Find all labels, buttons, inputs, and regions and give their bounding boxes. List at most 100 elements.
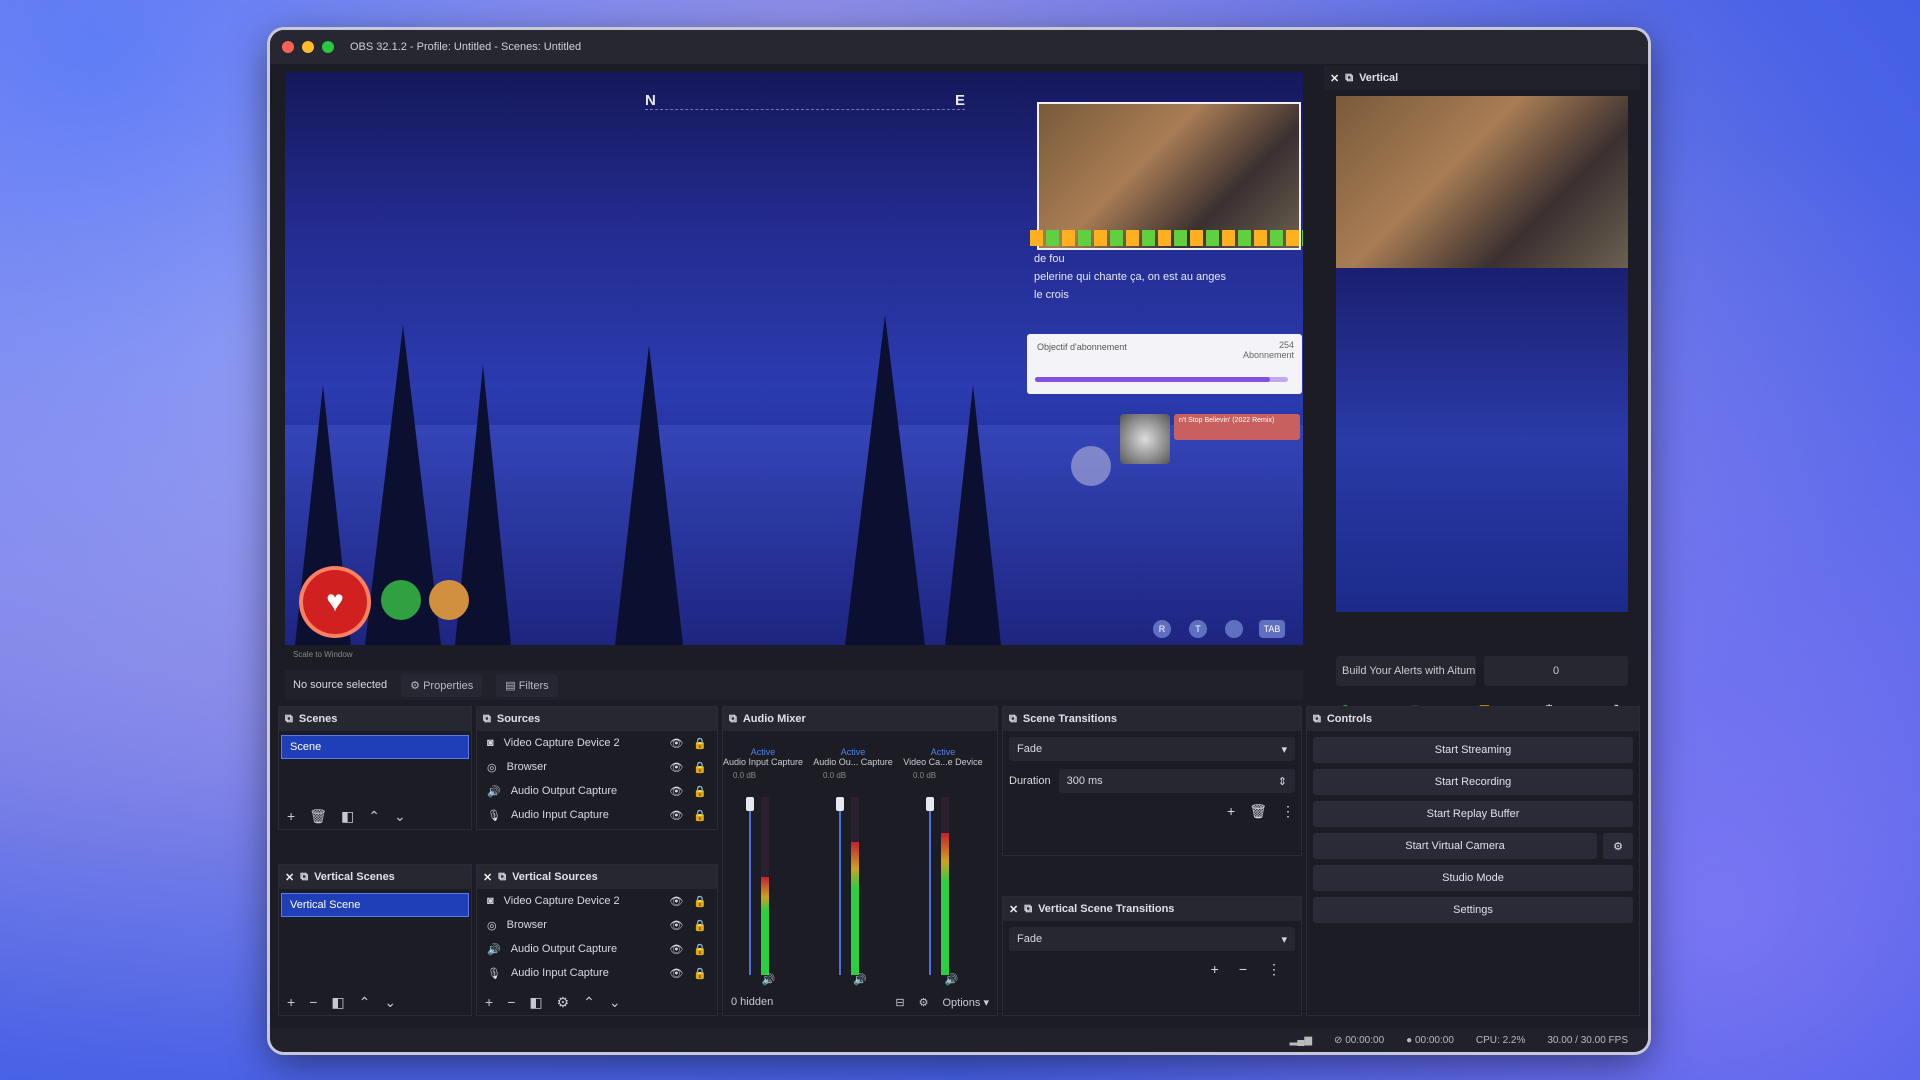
eye-icon[interactable]: 👁 — [669, 761, 683, 774]
properties-button[interactable]: ⚙ Properties — [401, 673, 483, 697]
filter-icon[interactable]: ◧ — [529, 994, 542, 1011]
filter-icon[interactable]: ◧ — [341, 808, 354, 825]
start-recording-button[interactable]: Start Recording — [1313, 769, 1633, 795]
close-icon[interactable]: ✕ — [1009, 903, 1018, 916]
transition-select[interactable]: Fade ▾ — [1009, 737, 1295, 761]
add-icon[interactable]: + — [1211, 961, 1219, 978]
eye-icon[interactable]: 👁 — [669, 785, 683, 798]
close-icon[interactable]: ✕ — [1330, 72, 1339, 85]
source-item[interactable]: 🔊 Audio Output Capture 👁 🔒 — [477, 779, 717, 803]
vertical-source-item[interactable]: ◙ Video Capture Device 2 👁 🔒 — [477, 889, 717, 913]
chevron-down-icon: ▾ — [1281, 933, 1287, 946]
key-hint-t: T — [1189, 620, 1207, 638]
settings-button[interactable]: Settings — [1313, 897, 1633, 923]
speaker-icon[interactable]: 🔊 — [762, 973, 776, 986]
track-title: n't Stop Believin' (2022 Remix) — [1174, 414, 1300, 440]
studio-mode-button[interactable]: Studio Mode — [1313, 865, 1633, 891]
move-down-icon[interactable]: ⌄ — [394, 808, 406, 825]
lock-icon[interactable]: 🔒 — [693, 761, 707, 774]
vertical-transition-select[interactable]: Fade ▾ — [1009, 927, 1295, 951]
trash-icon[interactable]: 🗑 — [309, 808, 327, 825]
gear-icon[interactable]: ⚙ — [557, 994, 570, 1011]
remove-icon[interactable]: − — [309, 994, 317, 1010]
chat-overlay: de fou pelerine qui chante ça, on est au… — [1030, 230, 1303, 306]
add-icon[interactable]: + — [485, 994, 493, 1010]
start-virtual-camera-button[interactable]: Start Virtual Camera — [1313, 833, 1597, 859]
trash-icon[interactable]: 🗑 — [1249, 803, 1267, 820]
volume-fader[interactable] — [746, 797, 754, 975]
lock-icon[interactable]: 🔒 — [693, 737, 707, 750]
dock-icon: ⧉ — [729, 712, 737, 725]
eye-icon[interactable]: 👁 — [669, 967, 683, 980]
add-icon[interactable]: + — [287, 808, 295, 824]
start-replay-buffer-button[interactable]: Start Replay Buffer — [1313, 801, 1633, 827]
vertical-source-item[interactable]: ◎ Browser 👁 🔒 — [477, 913, 717, 937]
move-down-icon[interactable]: ⌄ — [609, 994, 621, 1011]
build-alerts-button[interactable]: Build Your Alerts with Aitum — [1336, 656, 1476, 686]
heart-icon: ♥ — [303, 570, 367, 634]
fader-handle[interactable] — [836, 797, 844, 811]
eye-icon[interactable]: 👁 — [669, 809, 683, 822]
lock-icon[interactable]: 🔒 — [693, 895, 707, 908]
maximize-window-button[interactable] — [322, 41, 334, 53]
more-icon[interactable]: ⋮ — [1281, 803, 1295, 820]
move-up-icon[interactable]: ⌃ — [583, 994, 595, 1011]
remove-icon[interactable]: − — [1239, 961, 1247, 978]
lock-icon[interactable]: 🔒 — [693, 967, 707, 980]
hidden-count: 0 hidden — [731, 996, 774, 1008]
gear-icon[interactable]: ⚙ — [919, 996, 929, 1009]
dock-float-icon[interactable]: ⧉ — [300, 871, 308, 884]
speaker-icon[interactable]: 🔊 — [853, 973, 867, 986]
channel-select[interactable]: Video Ca...e Device — [903, 757, 983, 767]
source-item[interactable]: ◎ Browser 👁 🔒 — [477, 755, 717, 779]
close-window-button[interactable] — [282, 41, 294, 53]
duration-input[interactable]: 300 ms ⇕ — [1058, 769, 1295, 793]
channel-select[interactable]: Audio Ou... Capture — [813, 757, 893, 767]
eye-icon[interactable]: 👁 — [669, 943, 683, 956]
fader-handle[interactable] — [926, 797, 934, 811]
dock-float-icon[interactable]: ⧉ — [1345, 72, 1353, 85]
channel-select[interactable]: Audio Input Capture — [723, 757, 803, 767]
source-item[interactable]: ◙ Video Capture Device 2 👁 🔒 — [477, 731, 717, 755]
source-item[interactable]: 🎙 Audio Input Capture 👁 🔒 — [477, 803, 717, 827]
eye-icon[interactable]: 👁 — [669, 895, 683, 908]
dock-float-icon[interactable]: ⧉ — [498, 871, 506, 884]
lock-icon[interactable]: 🔒 — [693, 809, 707, 822]
lock-icon[interactable]: 🔒 — [693, 943, 707, 956]
gear-icon[interactable]: ⚙ — [1603, 833, 1633, 859]
vertical-source-item[interactable]: 🎙 Audio Input Capture 👁 🔒 — [477, 961, 717, 985]
scene-item[interactable]: Scene — [281, 735, 469, 759]
close-icon[interactable]: ✕ — [285, 871, 294, 884]
filter-icon[interactable]: ◧ — [331, 994, 344, 1011]
filters-button[interactable]: ▤ Filters — [496, 673, 558, 697]
add-icon[interactable]: + — [1227, 803, 1235, 820]
eye-icon[interactable]: 👁 — [669, 737, 683, 750]
volume-fader[interactable] — [926, 797, 934, 975]
minimize-window-button[interactable] — [302, 41, 314, 53]
camera-icon: ◙ — [487, 895, 494, 907]
eye-icon[interactable]: 👁 — [669, 919, 683, 932]
stepper-icon[interactable]: ⇕ — [1278, 775, 1287, 788]
close-icon[interactable]: ✕ — [483, 871, 492, 884]
add-icon[interactable]: + — [287, 994, 295, 1010]
options-button[interactable]: Options ▾ — [943, 996, 990, 1009]
fader-handle[interactable] — [746, 797, 754, 811]
vertical-game-preview[interactable] — [1336, 268, 1628, 612]
speaker-icon[interactable]: 🔊 — [944, 973, 958, 986]
lock-icon[interactable]: 🔒 — [693, 785, 707, 798]
vertical-scene-item[interactable]: Vertical Scene — [281, 893, 469, 917]
volume-fader[interactable] — [836, 797, 844, 975]
layout-icon[interactable]: ⊟ — [895, 996, 904, 1009]
move-up-icon[interactable]: ⌃ — [359, 994, 371, 1011]
vertical-source-item[interactable]: 🔊 Audio Output Capture 👁 🔒 — [477, 937, 717, 961]
more-icon[interactable]: ⋮ — [1267, 961, 1281, 978]
dock-float-icon[interactable]: ⧉ — [1024, 903, 1032, 916]
start-streaming-button[interactable]: Start Streaming — [1313, 737, 1633, 763]
remove-icon[interactable]: − — [507, 994, 515, 1010]
move-down-icon[interactable]: ⌄ — [384, 994, 396, 1011]
webcam-overlay — [1037, 102, 1301, 250]
zoom-strip[interactable]: Scale to Window — [285, 650, 1303, 664]
lock-icon[interactable]: 🔒 — [693, 919, 707, 932]
move-up-icon[interactable]: ⌃ — [368, 808, 380, 825]
program-preview[interactable]: N E de fou pelerine qui chante ça, on es… — [285, 72, 1303, 645]
